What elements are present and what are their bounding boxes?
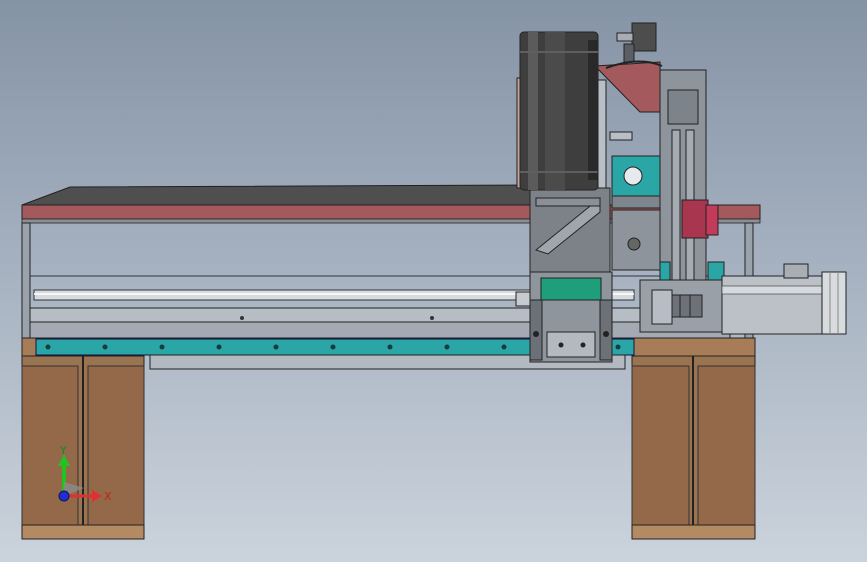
machine-drawing: Y X [21, 22, 847, 540]
y-axis-label: Y [59, 444, 67, 457]
x-axis-label: X [104, 490, 112, 503]
cad-viewport[interactable]: Y X [0, 0, 867, 562]
right-support-leg [631, 337, 756, 540]
mount-block [609, 131, 661, 271]
vertical-slide [659, 69, 725, 301]
top-sensor [605, 22, 663, 69]
carriage-column [515, 187, 613, 363]
base-beam [29, 307, 731, 339]
left-support-leg [21, 337, 145, 540]
